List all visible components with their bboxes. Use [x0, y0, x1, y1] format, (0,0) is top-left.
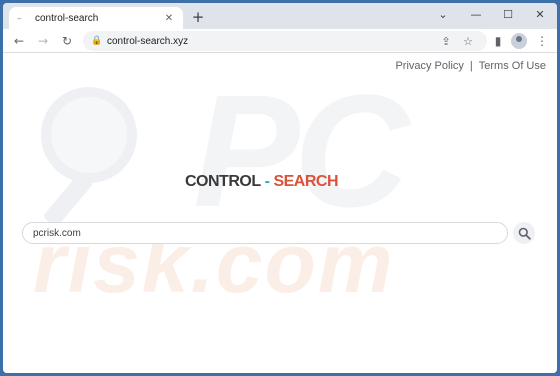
address-bar[interactable]: 🔒 control-search.xyz ⇪ ☆ — [83, 31, 487, 51]
legal-separator: | — [469, 60, 473, 72]
legal-links: Privacy Policy | Terms Of Use — [395, 60, 546, 72]
logo-part-1: CONTROL — [185, 173, 261, 190]
tab-strip: -- control-search ✕ + ⌄ — ☐ ✕ — [3, 3, 557, 29]
browser-window: -- control-search ✕ + ⌄ — ☐ ✕ ← → ↻ 🔒 co… — [3, 3, 557, 373]
sidepanel-icon[interactable]: ▮ — [489, 32, 507, 50]
tab-control-search[interactable]: -- control-search ✕ — [9, 7, 183, 29]
site-logo: CONTROL - SEARCH — [185, 173, 338, 191]
url-text[interactable]: control-search.xyz — [107, 36, 435, 47]
logo-dash: - — [264, 173, 270, 190]
back-icon[interactable]: ← — [10, 32, 28, 50]
search-input-value[interactable]: pcrisk.com — [33, 228, 81, 239]
close-icon[interactable]: ✕ — [163, 13, 175, 24]
plus-icon[interactable]: + — [189, 8, 207, 26]
watermark-pc: PC — [193, 61, 409, 240]
star-icon[interactable]: ☆ — [457, 35, 479, 48]
page-content: PC risk.com Privacy Policy | Terms Of Us… — [3, 53, 557, 373]
profile-icon[interactable] — [511, 33, 527, 49]
forward-icon[interactable]: → — [34, 32, 52, 50]
search-button[interactable] — [513, 222, 535, 244]
window-close-button[interactable]: ✕ — [525, 7, 555, 23]
privacy-policy-link[interactable]: Privacy Policy — [395, 60, 463, 72]
reload-icon[interactable]: ↻ — [58, 32, 76, 50]
logo-part-2: SEARCH — [273, 173, 338, 190]
tab-title: control-search — [35, 12, 99, 24]
search-icon — [518, 227, 531, 240]
search-input[interactable]: pcrisk.com — [22, 222, 508, 244]
terms-of-use-link[interactable]: Terms Of Use — [479, 60, 546, 72]
chevron-down-icon[interactable]: ⌄ — [428, 7, 458, 23]
browser-toolbar: ← → ↻ 🔒 control-search.xyz ⇪ ☆ ▮ ⋮ — [3, 29, 557, 53]
tab-favicon: -- — [17, 13, 22, 23]
share-icon[interactable]: ⇪ — [435, 35, 457, 48]
watermark-magnifier — [41, 87, 137, 183]
minimize-button[interactable]: — — [461, 7, 491, 23]
maximize-button[interactable]: ☐ — [493, 7, 523, 23]
menu-icon[interactable]: ⋮ — [533, 32, 551, 50]
lock-icon[interactable]: 🔒 — [91, 36, 107, 46]
